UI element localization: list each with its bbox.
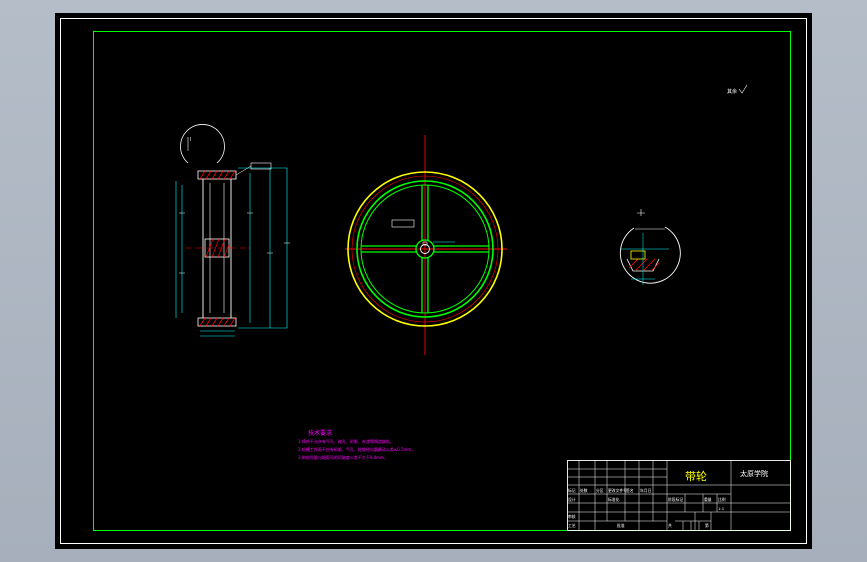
- process-label: 工艺: [568, 523, 576, 528]
- notes-line-3: 3.带轮外圆与轮毂孔的同轴度公差不大于0.4mm。: [298, 454, 388, 460]
- notes-heading: 技术要求: [308, 429, 332, 437]
- sheet-label: 共: [668, 523, 672, 528]
- notes-line-1: 1.铸件不允许有气孔、缩孔、砂眼、夹渣等铸造缺陷。: [298, 438, 394, 444]
- sheet-of-label: 第: [705, 523, 709, 528]
- row-header-3: 分区: [596, 488, 604, 493]
- row-header-5: 签名: [626, 488, 634, 493]
- review-label: 审核: [568, 514, 576, 519]
- section-view: I: [175, 124, 290, 337]
- school-name: 太原学院: [740, 469, 768, 478]
- cad-viewport[interactable]: I 其余 技术要求 1.铸件不允许有气孔、缩孔、砂眼、夹渣等铸造缺陷。 2.轮槽…: [55, 13, 812, 549]
- standardize-label: 标准化: [608, 497, 620, 502]
- approve-label: 批准: [617, 523, 625, 528]
- title-block: 带轮 太原学院 标记 处数 分区 更改文件号 签名 年月日 设计 标准化 审核 …: [567, 460, 791, 531]
- drawing-frame: [93, 31, 791, 531]
- row-header-4: 更改文件号: [608, 488, 627, 493]
- row-header-2: 处数: [580, 488, 588, 493]
- notes-line-2: 2.轮槽工作面不应有砂眼、气孔，轮缘径向圆跳动公差≤0.5mm。: [298, 446, 415, 452]
- sheet-border: [60, 18, 807, 544]
- design-label: 设计: [568, 497, 576, 502]
- detail-mark: I: [190, 137, 191, 143]
- roughness-note: 其余: [727, 88, 737, 95]
- row-header-6: 年月日: [640, 488, 652, 493]
- scale-label: 比例: [718, 497, 726, 502]
- detail-circle: [619, 226, 681, 284]
- front-tolerance-box: [391, 219, 415, 228]
- part-name: 带轮: [685, 469, 707, 483]
- front-view: [345, 135, 507, 355]
- detail-leader: [180, 124, 225, 164]
- scale-value: 1:1: [718, 506, 725, 511]
- row-header-1: 标记: [568, 488, 576, 493]
- weight-label: 重量: [704, 497, 712, 502]
- technical-notes: 技术要求 1.铸件不允许有气孔、缩孔、砂眼、夹渣等铸造缺陷。 2.轮槽工作面不应…: [298, 429, 415, 460]
- cad-drawing[interactable]: I 其余 技术要求 1.铸件不允许有气孔、缩孔、砂眼、夹渣等铸造缺陷。 2.轮槽…: [55, 13, 812, 549]
- detail-view: [619, 209, 681, 285]
- stage-label: 阶段标记: [668, 497, 683, 502]
